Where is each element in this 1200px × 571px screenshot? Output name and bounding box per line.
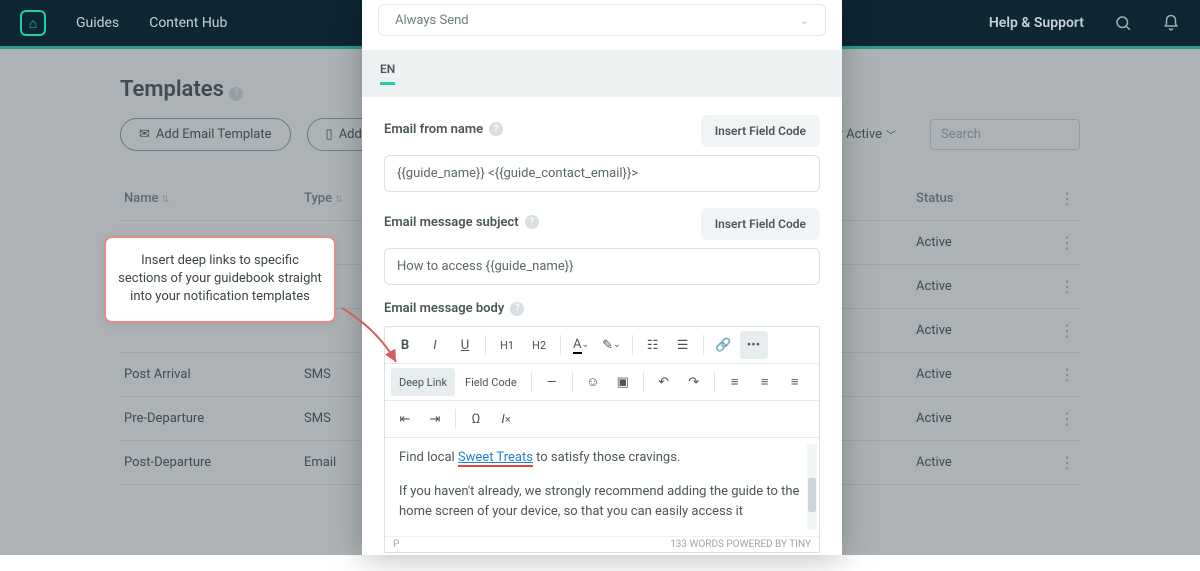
nav-guides[interactable]: Guides xyxy=(76,15,119,31)
brand-logo-icon[interactable]: ⌂ xyxy=(20,10,46,36)
align-left-button[interactable]: ≡ xyxy=(721,368,749,396)
editor-scrollbar[interactable] xyxy=(807,444,817,530)
insert-field-code-button[interactable]: Insert Field Code xyxy=(701,115,820,147)
text-color-button[interactable]: A ⌄ xyxy=(567,331,595,359)
subject-input[interactable]: How to access {{guide_name}} xyxy=(384,248,820,285)
h1-button[interactable]: H1 xyxy=(492,331,522,359)
outdent-button[interactable]: ⇤ xyxy=(391,405,419,433)
body-label: Email message body ? xyxy=(384,301,820,316)
language-tabs: EN xyxy=(362,50,842,97)
bold-button[interactable]: B xyxy=(391,331,419,359)
align-right-button[interactable]: ≡ xyxy=(781,368,809,396)
redo-button[interactable]: ↷ xyxy=(680,368,708,396)
omega-button[interactable]: Ω xyxy=(462,405,490,433)
editor-textarea[interactable]: Find local Sweet Treats to satisfy those… xyxy=(385,438,819,536)
trigger-select[interactable]: Always Send ⌄ xyxy=(378,4,826,36)
underline-button[interactable]: U xyxy=(451,331,479,359)
chevron-down-icon: ⌄ xyxy=(800,14,809,27)
insert-field-code-button[interactable]: Insert Field Code xyxy=(701,208,820,240)
from-name-label: Email from name ? xyxy=(384,122,701,137)
bell-icon[interactable] xyxy=(1162,14,1180,32)
hr-button[interactable]: — xyxy=(538,368,566,396)
indent-button[interactable]: ⇥ xyxy=(421,405,449,433)
editor-toolbar-row-3: ⇤ ⇥ Ω I× xyxy=(385,401,819,438)
number-list-button[interactable]: ☰ xyxy=(669,331,697,359)
italic-button[interactable]: I xyxy=(421,331,449,359)
feature-callout: Insert deep links to specific sections o… xyxy=(104,236,336,323)
from-name-input[interactable]: {{guide_name}} <{{guide_contact_email}}> xyxy=(384,155,820,192)
editor-toolbar-row-1: B I U H1 H2 A ⌄ ✎ ⌄ ☷ ☰ 🔗 ••• xyxy=(385,327,819,364)
help-icon[interactable]: ? xyxy=(510,302,524,316)
editor-statusbar: P 133 WORDS POWERED BY TINY xyxy=(385,536,819,552)
more-button[interactable]: ••• xyxy=(740,331,768,359)
clear-format-button[interactable]: I× xyxy=(492,405,520,433)
bullet-list-button[interactable]: ☷ xyxy=(639,331,667,359)
field-code-button[interactable]: Field Code xyxy=(457,368,525,396)
h2-button[interactable]: H2 xyxy=(524,331,554,359)
highlight-button[interactable]: ✎ ⌄ xyxy=(597,331,625,359)
image-button[interactable]: ▣ xyxy=(609,368,637,396)
search-icon[interactable] xyxy=(1114,14,1132,32)
subject-label: Email message subject ? xyxy=(384,215,701,230)
help-icon[interactable]: ? xyxy=(489,122,503,136)
edit-template-modal: Always Send ⌄ EN Email from name ? Inser… xyxy=(362,0,842,555)
nav-help[interactable]: Help & Support xyxy=(989,15,1084,31)
undo-button[interactable]: ↶ xyxy=(650,368,678,396)
nav-content-hub[interactable]: Content Hub xyxy=(149,15,227,31)
align-center-button[interactable]: ≡ xyxy=(751,368,779,396)
help-icon[interactable]: ? xyxy=(525,215,539,229)
lang-tab-en[interactable]: EN xyxy=(380,62,395,85)
rich-text-editor: B I U H1 H2 A ⌄ ✎ ⌄ ☷ ☰ 🔗 ••• Deep Link … xyxy=(384,326,820,553)
emoji-button[interactable]: ☺ xyxy=(579,368,607,396)
link-button[interactable]: 🔗 xyxy=(710,331,738,359)
deep-link-button[interactable]: Deep Link xyxy=(391,368,455,396)
deep-link-sweet-treats[interactable]: Sweet Treats xyxy=(458,450,533,467)
editor-toolbar-row-2: Deep Link Field Code — ☺ ▣ ↶ ↷ ≡ ≡ ≡ xyxy=(385,364,819,401)
